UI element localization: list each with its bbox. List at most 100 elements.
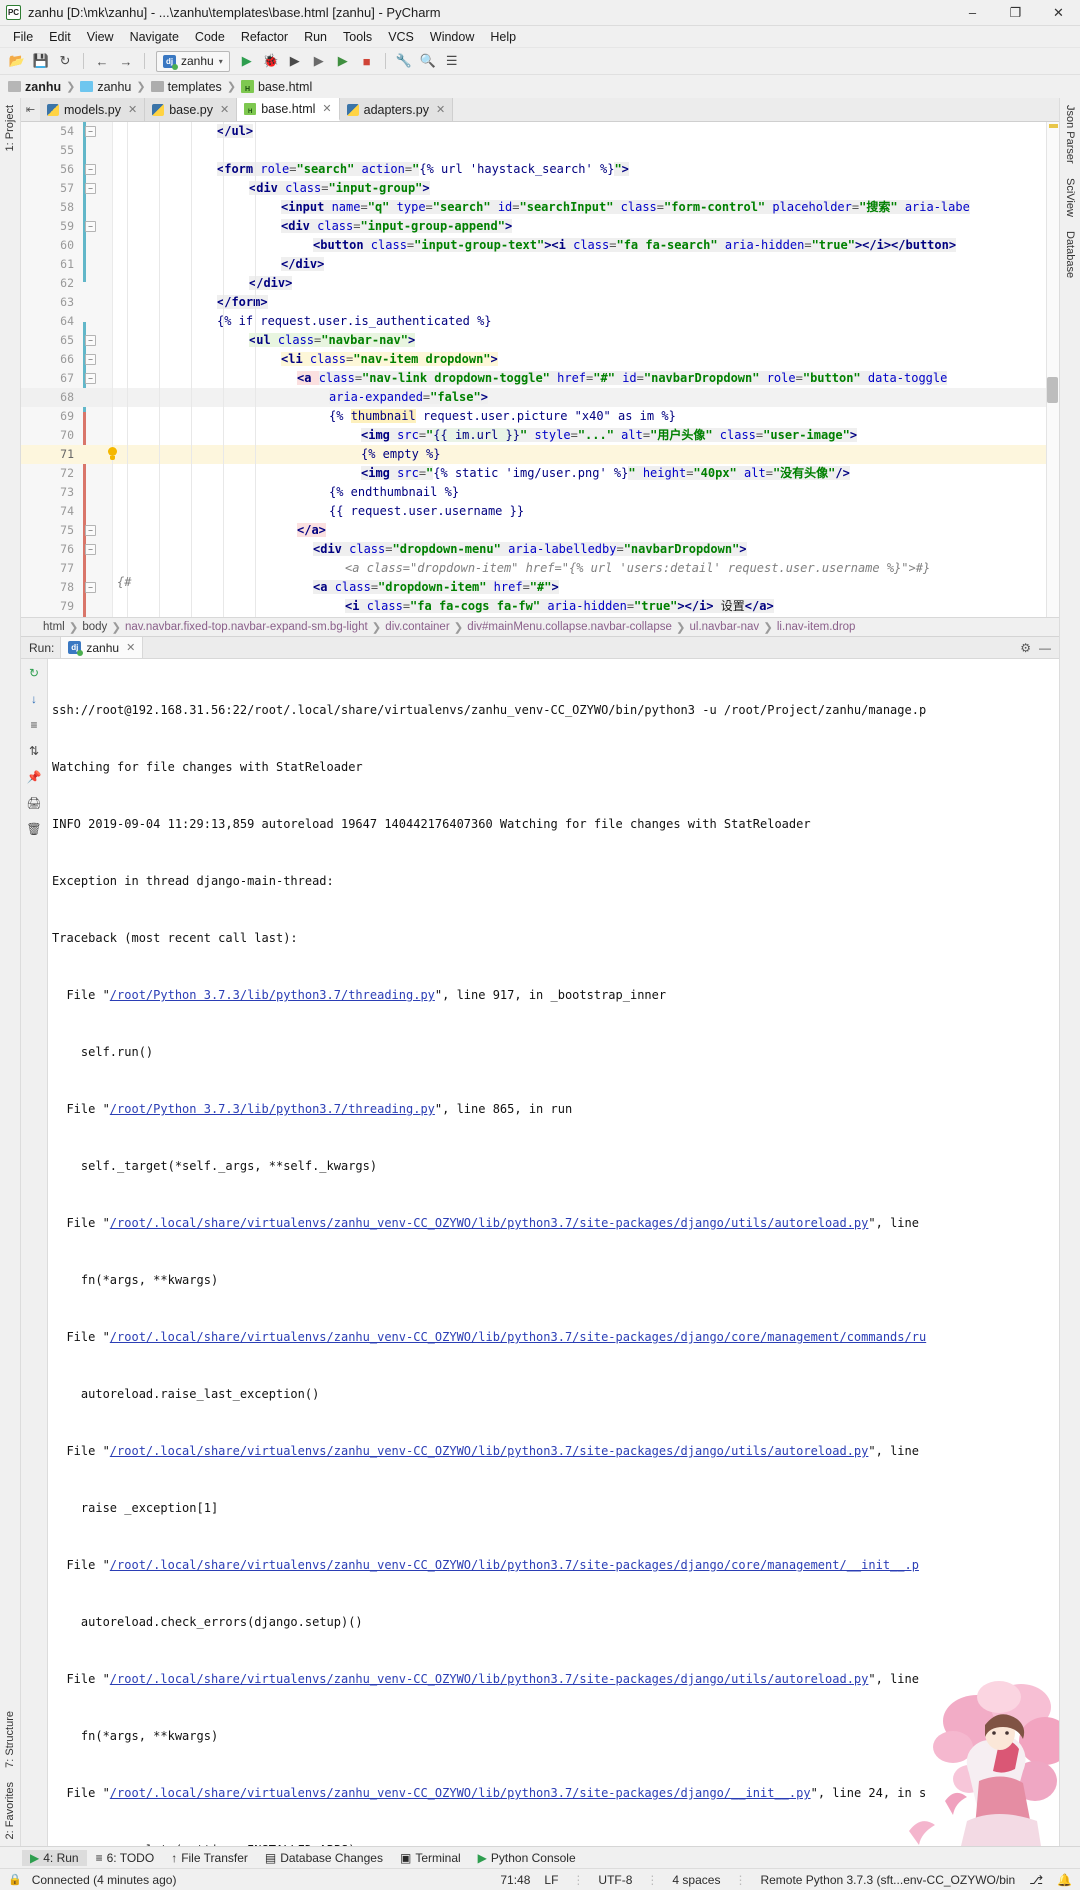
sync-icon[interactable]: ↻: [54, 51, 76, 72]
fold-icon[interactable]: −: [85, 525, 96, 536]
menu-run[interactable]: Run: [296, 28, 335, 46]
navigate-forward-icon[interactable]: →: [115, 51, 137, 72]
breadcrumb-zanhu-app[interactable]: zanhu: [80, 80, 131, 94]
branch-icon[interactable]: ⎇: [1029, 1873, 1043, 1887]
editor-marker-bar[interactable]: [1046, 122, 1059, 617]
profile-icon[interactable]: ▶: [308, 51, 330, 72]
clear-all-icon[interactable]: 🗑: [25, 819, 44, 838]
scroll-to-end-icon[interactable]: ⇅: [25, 741, 44, 760]
menu-navigate[interactable]: Navigate: [122, 28, 187, 46]
menu-edit[interactable]: Edit: [41, 28, 79, 46]
dom-crumb-body[interactable]: body: [82, 621, 107, 633]
run-coverage-icon[interactable]: ▶: [284, 51, 306, 72]
minimize-icon[interactable]: —: [1039, 641, 1051, 655]
settings-wrench-icon[interactable]: 🔧: [393, 51, 415, 72]
notification-bell-icon[interactable]: 🔔: [1057, 1873, 1072, 1887]
menu-vcs[interactable]: VCS: [380, 28, 422, 46]
menu-window[interactable]: Window: [422, 28, 482, 46]
breadcrumb-base-html[interactable]: H base.html: [241, 80, 312, 94]
run-context-icon[interactable]: ▶: [332, 51, 354, 72]
tool-button-database-changes[interactable]: ▤ Database Changes: [257, 1850, 391, 1866]
tool-button-todo[interactable]: ≡ 6: TODO: [88, 1850, 163, 1866]
stop-icon[interactable]: ■: [356, 51, 378, 72]
file-link[interactable]: /root/.local/share/virtualenvs/zanhu_ven…: [110, 1558, 919, 1572]
fold-icon[interactable]: −: [85, 354, 96, 365]
caret-position[interactable]: 71:48: [500, 1873, 530, 1887]
menu-code[interactable]: Code: [187, 28, 233, 46]
minimize-button[interactable]: –: [951, 0, 994, 25]
code-content[interactable]: </ul> <form role="search" action="{% url…: [113, 122, 1046, 617]
sidebar-item-project[interactable]: 1: Project: [0, 98, 20, 158]
tab-base-html[interactable]: H base.html ✕: [237, 98, 340, 121]
close-icon[interactable]: ✕: [220, 103, 229, 116]
intention-bulb-icon[interactable]: [107, 447, 118, 461]
warning-marker[interactable]: [1049, 124, 1058, 128]
menu-view[interactable]: View: [79, 28, 122, 46]
menu-help[interactable]: Help: [482, 28, 524, 46]
tab-adapters-py[interactable]: adapters.py ✕: [339, 98, 454, 121]
close-icon[interactable]: ✕: [436, 103, 445, 116]
tool-button-file-transfer[interactable]: ↑ File Transfer: [163, 1850, 256, 1866]
dom-crumb-li[interactable]: li.nav-item.drop: [777, 621, 856, 633]
fold-icon[interactable]: −: [85, 582, 96, 593]
editor-gutter[interactable]: 54− 55 56− 57− 58 59− 60 61 62 63 64 65−…: [21, 122, 117, 617]
search-icon[interactable]: 🔍: [417, 51, 439, 72]
dom-crumb-nav[interactable]: nav.navbar.fixed-top.navbar-expand-sm.bg…: [125, 621, 368, 633]
run-configuration-selector[interactable]: dj zanhu ▾: [156, 50, 230, 72]
fold-icon[interactable]: −: [85, 126, 96, 137]
pin-icon[interactable]: 📌: [25, 767, 44, 786]
file-link[interactable]: /root/.local/share/virtualenvs/zanhu_ven…: [110, 1786, 811, 1800]
file-encoding[interactable]: UTF-8: [598, 1873, 632, 1887]
indent-setting[interactable]: 4 spaces: [672, 1873, 720, 1887]
rerun-icon[interactable]: ↻: [25, 663, 44, 682]
scroll-down-icon[interactable]: ↓: [25, 689, 44, 708]
file-link[interactable]: /root/.local/share/virtualenvs/zanhu_ven…: [110, 1444, 869, 1458]
file-link[interactable]: /root/.local/share/virtualenvs/zanhu_ven…: [110, 1672, 869, 1686]
tab-models-py[interactable]: models.py ✕: [40, 98, 146, 121]
sidebar-item-favorites[interactable]: 2: Favorites: [0, 1775, 20, 1846]
close-icon[interactable]: ✕: [126, 641, 135, 654]
dom-crumb-container[interactable]: div.container: [385, 621, 449, 633]
maximize-button[interactable]: ❐: [994, 0, 1037, 25]
soft-wrap-icon[interactable]: ≡: [25, 715, 44, 734]
menu-file[interactable]: File: [5, 28, 41, 46]
dom-crumb-ul[interactable]: ul.navbar-nav: [690, 621, 760, 633]
fold-icon[interactable]: −: [85, 373, 96, 384]
close-icon[interactable]: ✕: [128, 103, 137, 116]
close-button[interactable]: ✕: [1037, 0, 1080, 25]
file-link[interactable]: /root/Python 3.7.3/lib/python3.7/threadi…: [110, 1102, 435, 1116]
file-link[interactable]: /root/.local/share/virtualenvs/zanhu_ven…: [110, 1330, 926, 1344]
line-separator[interactable]: LF: [544, 1873, 558, 1887]
tool-button-run[interactable]: ▶ 4: Run: [22, 1849, 87, 1866]
code-editor[interactable]: 54− 55 56− 57− 58 59− 60 61 62 63 64 65−…: [21, 122, 1059, 617]
breadcrumb-templates[interactable]: templates: [150, 80, 222, 94]
breadcrumb-project-root[interactable]: zanhu: [8, 80, 61, 94]
close-icon[interactable]: ✕: [322, 102, 331, 115]
tool-button-terminal[interactable]: ▣ Terminal: [392, 1850, 469, 1866]
fold-icon[interactable]: −: [85, 183, 96, 194]
navigate-back-icon[interactable]: ←: [91, 51, 113, 72]
run-icon[interactable]: ▶: [236, 51, 258, 72]
gear-icon[interactable]: ⚙: [1020, 641, 1031, 655]
fold-icon[interactable]: −: [85, 164, 96, 175]
save-icon[interactable]: 💾: [30, 51, 52, 72]
console-output[interactable]: ssh://root@192.168.31.56:22/root/.local/…: [48, 659, 1059, 1846]
sidebar-item-sciview[interactable]: SciView: [1060, 171, 1080, 224]
run-tab-zanhu[interactable]: dj zanhu ✕: [60, 637, 144, 658]
open-icon[interactable]: 📂: [6, 51, 28, 72]
sidebar-item-database[interactable]: Database: [1060, 224, 1080, 285]
print-icon[interactable]: 🖨: [25, 793, 44, 812]
python-interpreter[interactable]: Remote Python 3.7.3 (sft...env-CC_OZYWO/…: [760, 1873, 1015, 1887]
fold-icon[interactable]: −: [85, 221, 96, 232]
sidebar-item-json-parser[interactable]: Json Parser: [1060, 98, 1080, 171]
file-link[interactable]: /root/.local/share/virtualenvs/zanhu_ven…: [110, 1216, 869, 1230]
menu-tools[interactable]: Tools: [335, 28, 380, 46]
tab-base-py[interactable]: base.py ✕: [145, 98, 238, 121]
fold-icon[interactable]: −: [85, 335, 96, 346]
fold-icon[interactable]: −: [85, 544, 96, 555]
structure-icon[interactable]: ☰: [441, 51, 463, 72]
menu-refactor[interactable]: Refactor: [233, 28, 296, 46]
scroll-thumb[interactable]: [1047, 377, 1058, 403]
tab-list-icon[interactable]: ⇤: [21, 98, 40, 121]
dom-crumb-html[interactable]: html: [43, 621, 65, 633]
